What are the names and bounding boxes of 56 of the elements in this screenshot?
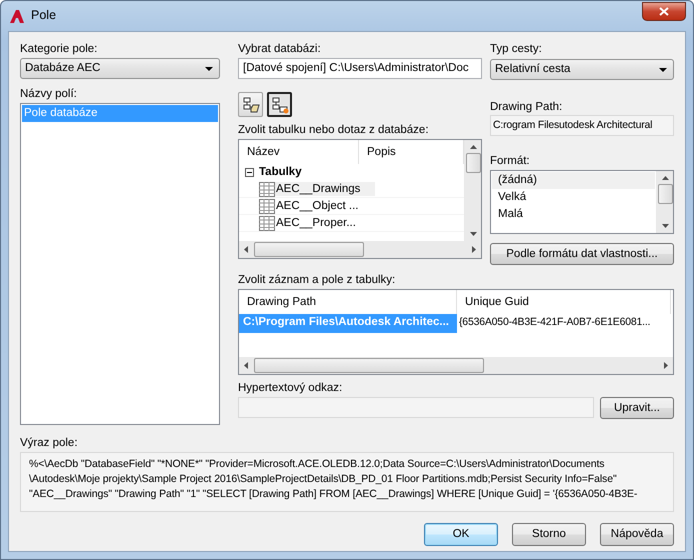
drawing-path-field[interactable]: C:rogram Filesutodesk Architectural xyxy=(490,115,674,136)
field-category-dropdown[interactable]: Databáze AEC xyxy=(20,58,220,79)
close-button[interactable] xyxy=(642,2,686,21)
table-cell[interactable]: {6536A050-4B3E-421F-A0B7-6E1E6081... xyxy=(457,314,671,333)
table-diagram-icon xyxy=(270,96,288,114)
tree-node[interactable]: AEC__Drawings xyxy=(275,182,375,196)
tree-node[interactable]: AEC__Proper... xyxy=(275,216,375,230)
app-logo-icon xyxy=(9,8,25,24)
dropdown-caret-icon xyxy=(205,66,213,70)
scroll-thumb[interactable] xyxy=(466,153,480,173)
scroll-left-icon[interactable] xyxy=(244,362,248,369)
hyperlink-field[interactable] xyxy=(238,397,594,418)
database-field[interactable]: [Datové spojení] C:\Users\Administrator\Doc xyxy=(238,58,482,79)
horizontal-scrollbar[interactable] xyxy=(239,241,481,258)
expander-icon[interactable] xyxy=(245,168,254,177)
list-item[interactable]: Velká xyxy=(492,189,655,206)
drawing-path-label: Drawing Path: xyxy=(490,100,564,114)
scroll-thumb[interactable] xyxy=(254,242,364,257)
scroll-thumb[interactable] xyxy=(658,184,672,204)
list-item[interactable]: Malá xyxy=(492,206,655,223)
scroll-right-icon[interactable] xyxy=(472,246,476,253)
table-picker-label: Zvolit tabulku nebo dotaz z databáze: xyxy=(238,123,430,137)
dialog-button[interactable]: Nápověda xyxy=(600,523,674,546)
open-database-button[interactable] xyxy=(238,92,263,117)
field-names-label: Názvy polí: xyxy=(20,87,78,101)
close-icon xyxy=(659,7,669,16)
field-category-label: Kategorie pole: xyxy=(20,42,98,56)
scroll-up-icon[interactable] xyxy=(662,176,668,180)
scroll-left-icon[interactable] xyxy=(244,246,248,253)
dialog-button[interactable]: OK xyxy=(424,523,498,546)
expression-label: Výraz pole: xyxy=(20,436,79,450)
new-connection-button[interactable] xyxy=(267,92,292,117)
dropdown-caret-icon xyxy=(659,68,667,72)
hyperlink-label: Hypertextový odkaz: xyxy=(238,381,344,395)
vertical-scrollbar[interactable] xyxy=(656,171,673,233)
expression-text: %<\AecDb "DatabaseField" "*NONE*" "Provider=Microsoft.ACE.OLEDB.12.0;Data Source=C:\Users\Administrator\Documents \Autodesk\Moje projekty\Sample Project 2016\SampleProjectDetails\DB_PD_01 Floor Partitions.mdb;Persist Security Info=False" "AEC__Drawings" "Drawing Path" "1" "SELECT [Drawing Path] FROM [AEC__Drawings] WHERE [Unique Guid] = '{6536A050-4B3E- xyxy=(20,452,674,512)
database-label: Vybrat databázi: xyxy=(238,42,322,56)
scroll-down-icon[interactable] xyxy=(470,232,476,236)
scroll-thumb[interactable] xyxy=(254,358,484,373)
vertical-scrollbar[interactable] xyxy=(464,140,481,241)
property-format-button[interactable]: Podle formátu dat vlastnosti... xyxy=(490,243,674,265)
edit-button[interactable]: Upravit... xyxy=(600,397,674,419)
scroll-right-icon[interactable] xyxy=(664,362,668,369)
path-type-label: Typ cesty: xyxy=(490,42,543,56)
horizontal-scrollbar[interactable] xyxy=(239,357,673,374)
records-label: Zvolit záznam a pole z tabulky: xyxy=(238,273,396,287)
scroll-down-icon[interactable] xyxy=(662,224,668,228)
dialog-button[interactable]: Storno xyxy=(512,523,586,546)
path-type-dropdown[interactable]: Relativní cesta xyxy=(490,59,674,80)
list-item[interactable]: (žádná) xyxy=(492,172,655,189)
folder-icon xyxy=(242,96,260,114)
tree-node[interactable]: Tabulky xyxy=(259,165,302,180)
scroll-up-icon[interactable] xyxy=(470,145,476,149)
window-title: Pole xyxy=(31,8,56,24)
tree-node[interactable]: AEC__Object ... xyxy=(275,198,375,214)
format-label: Formát: xyxy=(490,154,531,168)
